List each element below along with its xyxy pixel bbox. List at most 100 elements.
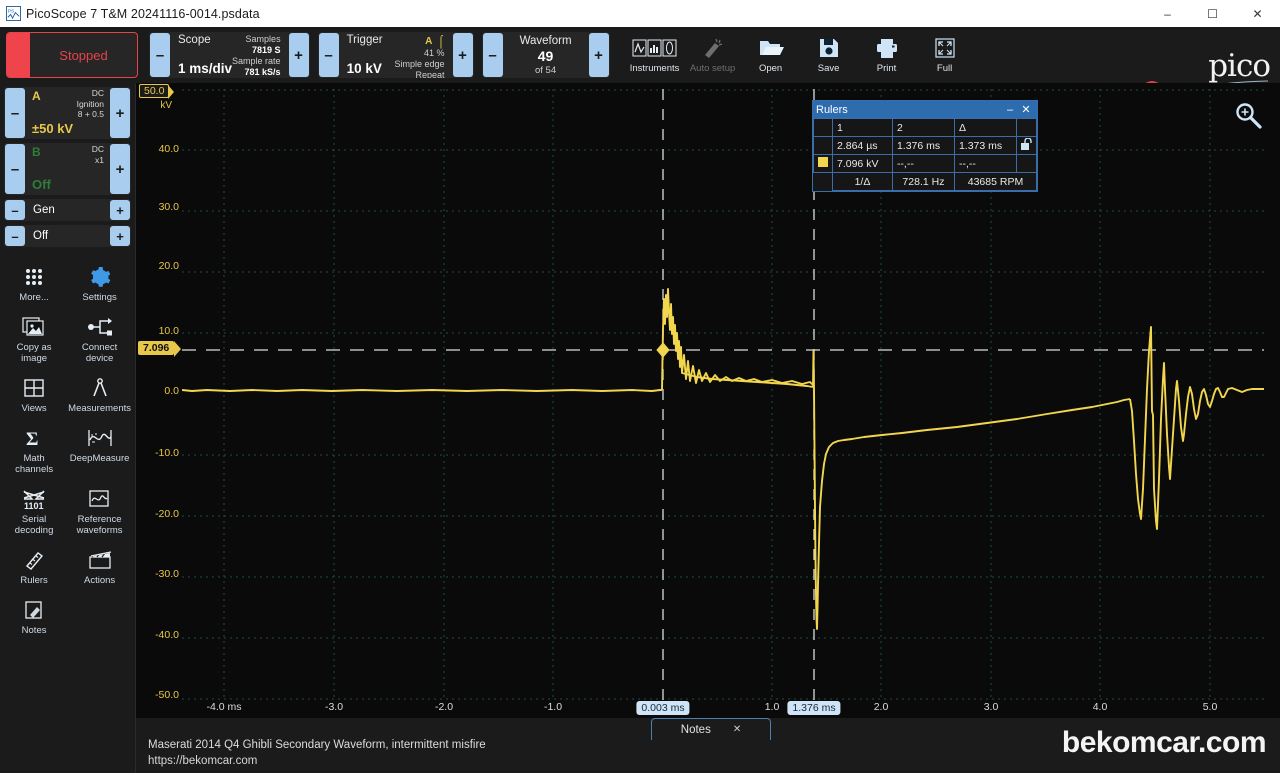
sidebar-item-views[interactable]: Views <box>2 370 66 418</box>
rulers-voltage-1: 7.096 kV <box>832 154 893 173</box>
trigger-decrease-button[interactable]: – <box>318 33 339 77</box>
gen-increase-button[interactable]: + <box>110 200 130 220</box>
title-bar: PS PicoScope 7 T&M 20241116-0014.psdata … <box>0 0 1280 27</box>
bekomcar-watermark: bekomcar.com <box>1061 726 1267 759</box>
rulers-dialog[interactable]: Rulers – ✕ 1 2 Δ 2.864 µs 1.376 ms 1.373… <box>812 100 1038 192</box>
voltage-ruler-flag[interactable]: 7.096 <box>138 341 182 357</box>
rulers-time-swatch <box>813 136 833 155</box>
timebase-increase-button[interactable]: + <box>288 33 309 77</box>
rulers-close-button[interactable]: ✕ <box>1018 103 1034 116</box>
sidebar-item-settings-label: Settings <box>82 292 117 303</box>
gen-decrease-button[interactable]: – <box>5 200 25 220</box>
sidebar-item-deepmeasure[interactable]: DeepMeasure <box>66 420 133 479</box>
sidebar-item-rulers[interactable]: Rulers <box>2 542 66 590</box>
timebase-right: Samples 7819 S Sample rate 781 kS/s <box>232 34 281 77</box>
channel-b-body[interactable]: B DC x1 Off <box>26 143 109 195</box>
instruments-button[interactable]: Instruments <box>627 30 683 80</box>
time-ruler-1-flag[interactable]: 0.003 ms <box>636 701 690 715</box>
rulers-header-lock <box>1016 118 1037 137</box>
channel-a-range: ±50 kV <box>32 121 74 136</box>
image-copy-icon <box>22 315 46 339</box>
sample-rate-value: 781 kS/s <box>244 67 281 77</box>
trigger-mode: Simple edge <box>394 59 445 69</box>
rulers-inverse-delta-label: 1/Δ <box>832 172 893 191</box>
y-range-flag[interactable]: 50.0 <box>139 84 175 99</box>
waveform-next-button[interactable]: + <box>588 33 609 77</box>
channel-b-range: Off <box>32 177 51 192</box>
y-tick-0: 0.0 <box>164 385 179 397</box>
time-ruler-2-flag[interactable]: 1.376 ms <box>787 701 841 715</box>
channel-a-increase-button[interactable]: + <box>110 88 130 138</box>
zoom-tool-button[interactable] <box>1234 101 1264 131</box>
save-label: Save <box>817 63 840 74</box>
rulers-header-row: 1 2 Δ <box>813 118 1037 137</box>
channel-b-increase-button[interactable]: + <box>110 144 130 194</box>
x-tick-m1: -1.0 <box>543 701 563 713</box>
waveform-body[interactable]: Waveform 49 of 54 <box>504 32 588 78</box>
y-tick-20: 20.0 <box>158 260 179 272</box>
sidebar-item-math-channels[interactable]: Σ Math channels <box>2 420 66 479</box>
sidebar-item-copy-as-image-label: Copy as image <box>16 342 52 364</box>
sidebar-item-more-label: More... <box>19 292 49 303</box>
save-button[interactable]: Save <box>801 30 857 80</box>
open-button[interactable]: Open <box>743 30 799 80</box>
sidebar-item-connect-device[interactable]: Connect device <box>66 309 133 368</box>
timebase-title: Scope <box>178 34 211 46</box>
trigger-right: A ⌠ 41 % Simple edge Repeat <box>394 34 445 78</box>
maximize-button[interactable]: ☐ <box>1190 0 1235 27</box>
channel-a-body[interactable]: A DC Ignition 8 + 0.5 ±50 kV <box>26 87 109 139</box>
timebase-body[interactable]: Scope 1 ms/div Samples 7819 S Sample rat… <box>171 32 288 78</box>
gen-state-increase-button[interactable]: + <box>110 226 130 246</box>
left-sidebar: – A DC Ignition 8 + 0.5 ±50 kV + – B DC … <box>0 83 136 773</box>
rulers-rpm-value: 43685 RPM <box>953 172 1038 191</box>
close-button[interactable]: ✕ <box>1235 0 1280 27</box>
rulers-voltage-2: --,-- <box>891 154 955 173</box>
sidebar-item-math-channels-label: Math channels <box>15 453 54 475</box>
channel-b-decrease-button[interactable]: – <box>5 144 25 194</box>
timebase-decrease-button[interactable]: – <box>150 33 170 77</box>
sidebar-item-actions[interactable]: Actions <box>66 542 133 590</box>
scope-view[interactable]: 50.0 kV 40.0 30.0 20.0 10.0 0.0 -10.0 -2… <box>136 83 1280 718</box>
rulers-lock-cell[interactable] <box>1016 136 1037 155</box>
sidebar-item-reference-waveforms[interactable]: Reference waveforms <box>66 481 133 540</box>
full-label: Full <box>936 63 953 74</box>
full-screen-button[interactable]: Full <box>917 30 973 80</box>
sidebar-item-serial-decoding[interactable]: 1101 Serial decoding <box>2 481 66 540</box>
auto-setup-button[interactable]: Auto setup <box>685 30 741 80</box>
channel-a-label: A <box>32 89 41 103</box>
channel-a-control[interactable]: – A DC Ignition 8 + 0.5 ±50 kV + <box>4 87 131 139</box>
caliper-icon <box>89 376 111 400</box>
y-tick-m40: -40.0 <box>155 629 179 641</box>
sidebar-item-copy-as-image[interactable]: Copy as image <box>2 309 66 368</box>
gen-state-decrease-button[interactable]: – <box>5 226 25 246</box>
timebase-control: – Scope 1 ms/div Samples 7819 S Sample r… <box>149 32 310 78</box>
sidebar-item-more[interactable]: More... <box>2 259 66 307</box>
rulers-footer-row: 1/Δ 728.1 Hz 43685 RPM <box>813 172 1038 191</box>
waveform-previous-button[interactable]: – <box>482 33 503 77</box>
x-tick-m3: -3.0 <box>324 701 344 713</box>
sidebar-item-settings[interactable]: Settings <box>66 259 133 307</box>
print-button[interactable]: Print <box>859 30 915 80</box>
signal-generator-state-control[interactable]: – Off + <box>4 225 131 247</box>
channel-b-control[interactable]: – B DC x1 Off + <box>4 143 131 195</box>
deepmeasure-wave-icon <box>87 426 113 450</box>
channel-a-color-swatch <box>818 157 828 167</box>
minimize-button[interactable]: – <box>1145 0 1190 27</box>
trigger-body[interactable]: Trigger 10 kV A ⌠ 41 % Simple edge Repea… <box>340 32 452 78</box>
trigger-increase-button[interactable]: + <box>452 33 473 77</box>
channel-a-decrease-button[interactable]: – <box>5 88 25 138</box>
sidebar-item-measurements[interactable]: Measurements <box>66 370 133 418</box>
y-tick-10: 10.0 <box>158 325 179 337</box>
rulers-minimize-button[interactable]: – <box>1002 104 1018 116</box>
rulers-voltage-swatch <box>813 154 833 173</box>
fullscreen-icon <box>934 36 956 60</box>
rulers-dialog-titlebar[interactable]: Rulers – ✕ <box>813 101 1037 118</box>
signal-generator-control[interactable]: – Gen + <box>4 199 131 221</box>
sidebar-item-notes[interactable]: Notes <box>2 592 66 640</box>
printer-icon <box>875 36 899 60</box>
folder-open-icon <box>758 36 784 60</box>
waveform-plot[interactable] <box>182 89 1264 701</box>
run-stop-button[interactable]: Stopped <box>6 32 138 78</box>
x-tick-2: 2.0 <box>873 701 889 713</box>
notes-pencil-icon <box>23 598 45 622</box>
